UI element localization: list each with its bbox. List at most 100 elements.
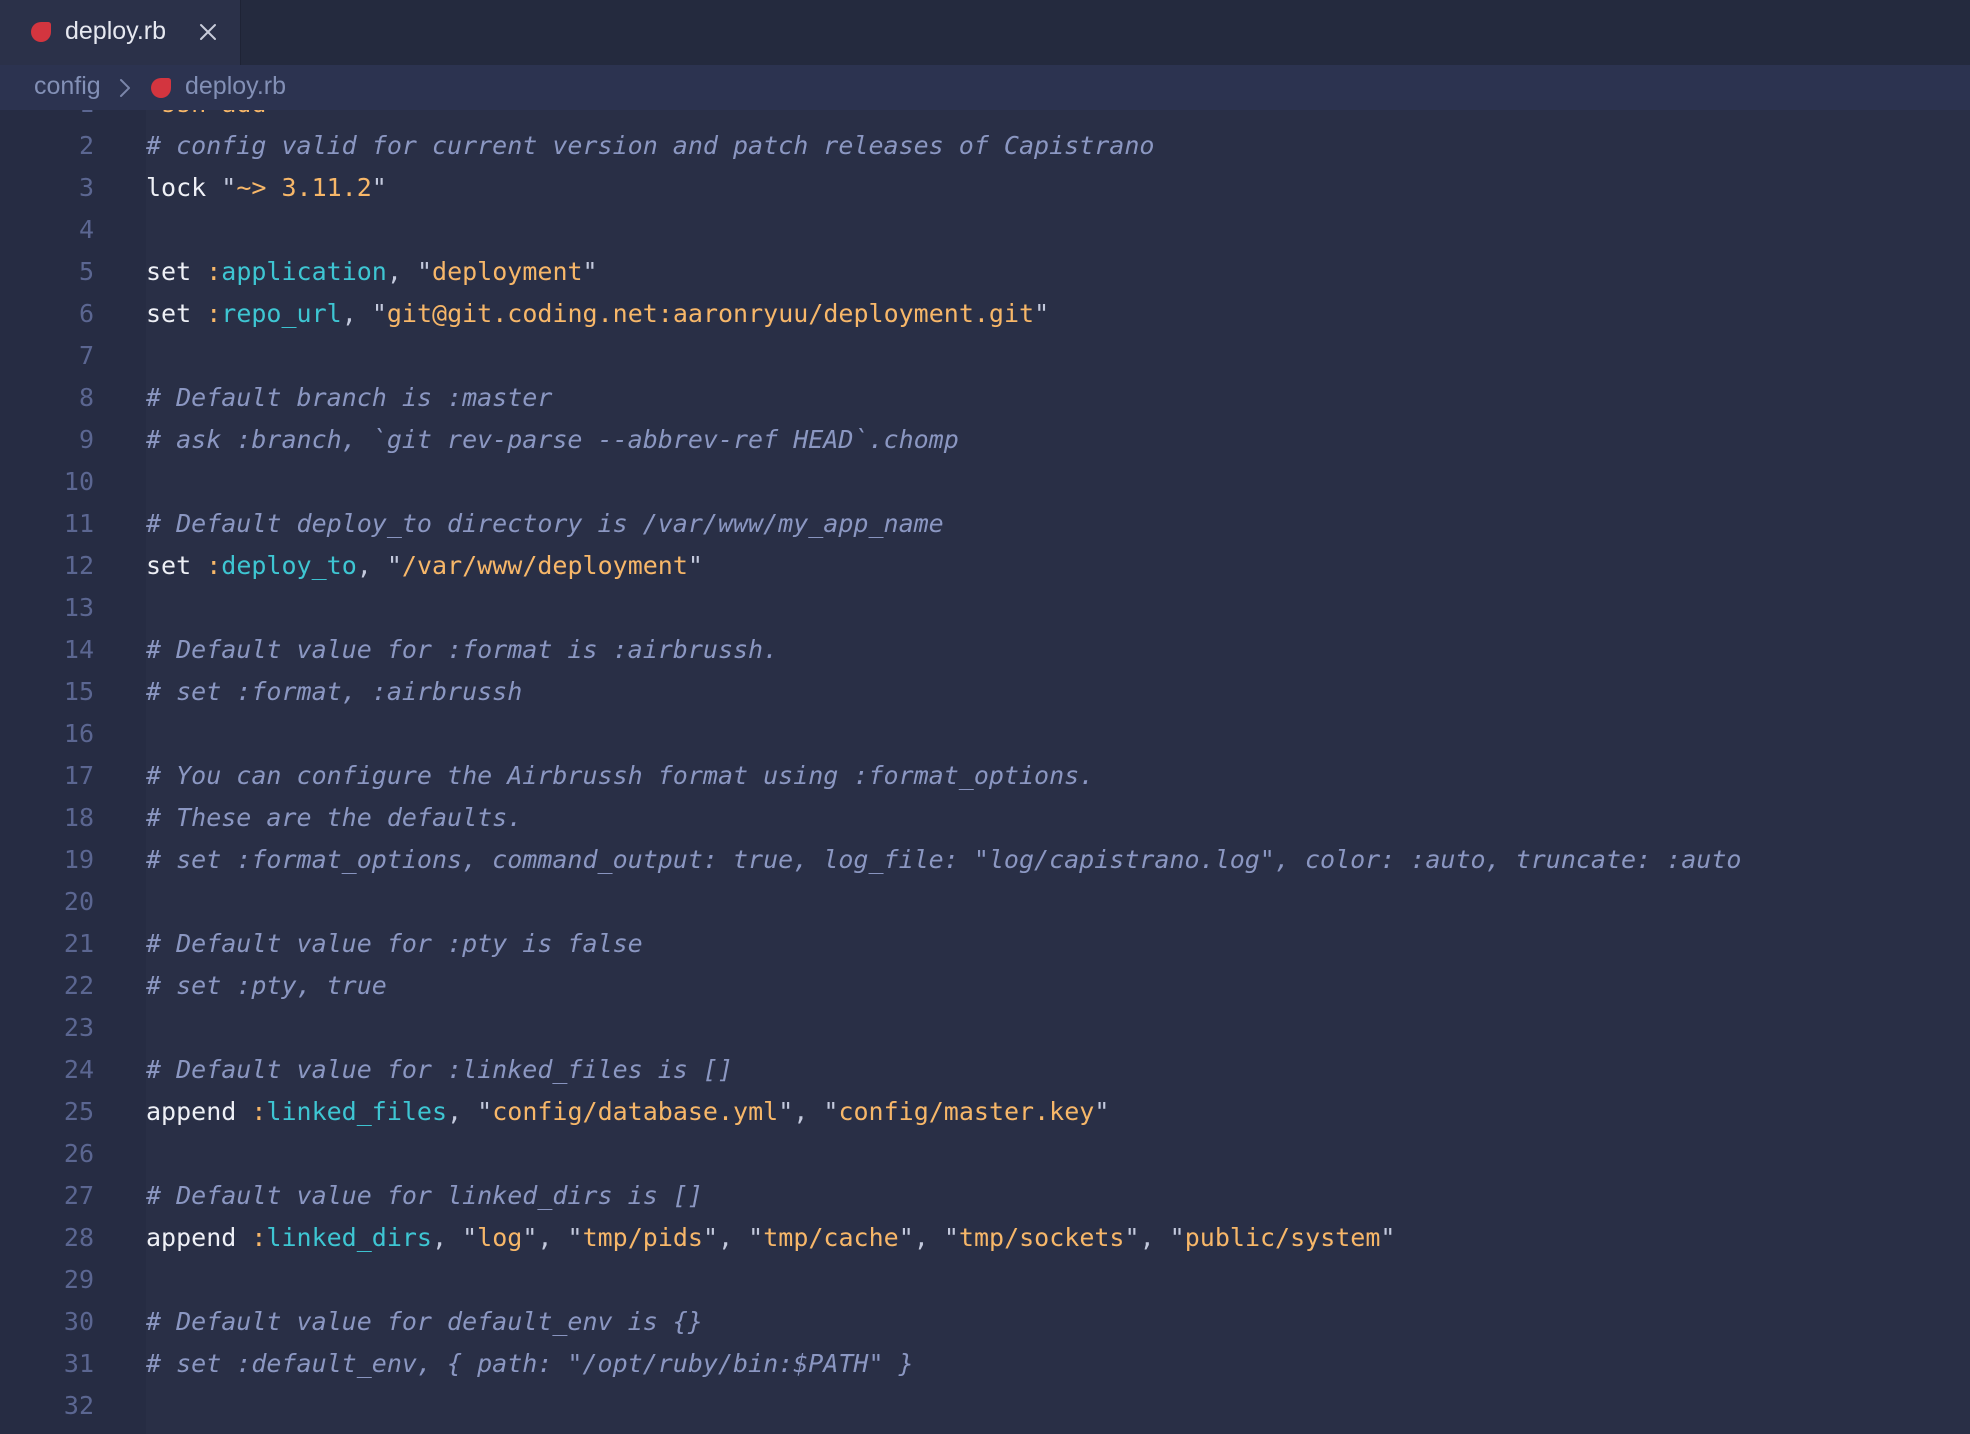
code-line[interactable]: 19 # set :format_options, command_output:… [0, 839, 1970, 881]
code-line[interactable]: 21 # Default value for :pty is false [0, 923, 1970, 965]
code-line[interactable]: 10 [0, 461, 1970, 503]
token-string: `ssh-add` [146, 110, 281, 118]
token-string: /var/www/deployment [401, 551, 688, 580]
token-quote: " [1124, 1223, 1140, 1252]
line-number: 30 [63, 1307, 94, 1336]
code-line[interactable]: 4 [0, 209, 1970, 251]
token-punct: , [913, 1223, 944, 1252]
code-line[interactable]: 25 append :linked_files, "config/database… [0, 1091, 1970, 1133]
token-colon: : [206, 299, 222, 328]
token-symbol: application [221, 257, 387, 286]
token-string: tmp/cache [763, 1223, 899, 1252]
code-line[interactable]: 32 [0, 1385, 1970, 1427]
token-quote: " [221, 173, 237, 202]
code-line[interactable]: 11 # Default deploy_to directory is /var/… [0, 503, 1970, 545]
line-code: set :deploy_to, "/var/www/deployment" [146, 545, 703, 587]
code-line[interactable]: 27 # Default value for linked_dirs is [] [0, 1175, 1970, 1217]
token-quote: " [823, 1097, 839, 1126]
code-line[interactable]: 7 [0, 335, 1970, 377]
token-plain: set [146, 299, 207, 328]
line-code: append :linked_dirs, "log", "tmp/pids", … [146, 1217, 1395, 1259]
code-line[interactable]: 12 set :deploy_to, "/var/www/deployment" [0, 545, 1970, 587]
token-quote: " [702, 1223, 719, 1252]
code-line[interactable]: 14 # Default value for :format is :airbru… [0, 629, 1970, 671]
token-string: git@git.coding.net:aaronryuu/deployment.… [386, 299, 1035, 328]
line-code: # set :format, :airbrussh [146, 677, 523, 706]
code-line[interactable]: 3 lock "~> 3.11.2" [0, 167, 1970, 209]
token-punct: , [718, 1223, 749, 1252]
line-code: # Default branch is :master [146, 383, 553, 412]
line-number: 2 [78, 131, 94, 160]
code-line[interactable]: 6 set :repo_url, "git@git.coding.net:aaro… [0, 293, 1970, 335]
line-number: 10 [63, 467, 94, 496]
token-quote: " [567, 1223, 583, 1252]
code-line[interactable]: 15 # set :format, :airbrussh [0, 671, 1970, 713]
line-number: 29 [63, 1265, 94, 1294]
line-code: `ssh-add` [146, 110, 281, 125]
line-code: # Default value for linked_dirs is [] [146, 1181, 703, 1210]
token-punct: , [793, 1097, 824, 1126]
line-code: # ask :branch, `git rev-parse --abbrev-r… [146, 425, 959, 454]
code-line[interactable]: 22 # set :pty, true [0, 965, 1970, 1007]
breadcrumb: config deploy.rb [0, 65, 1970, 110]
token-quote: " [371, 299, 387, 328]
code-line[interactable]: 5 set :application, "deployment" [0, 251, 1970, 293]
line-number: 6 [78, 299, 94, 328]
token-plain: append [146, 1097, 252, 1126]
code-line[interactable]: 18 # These are the defaults. [0, 797, 1970, 839]
code-line[interactable]: 24 # Default value for :linked_files is [… [0, 1049, 1970, 1091]
code-line[interactable]: 1 `ssh-add` [0, 110, 1970, 125]
code-line[interactable]: 31 # set :default_env, { path: "/opt/ruby… [0, 1343, 1970, 1385]
token-punct: , [356, 551, 387, 580]
token-punct: , [386, 257, 417, 286]
code-line[interactable]: 26 [0, 1133, 1970, 1175]
token-quote: " [462, 1223, 478, 1252]
close-icon[interactable] [196, 20, 220, 44]
line-number: 19 [63, 845, 94, 874]
line-code: # You can configure the Airbrussh format… [146, 761, 1095, 790]
token-string: config/master.key [838, 1097, 1095, 1126]
token-quote: " [1169, 1223, 1185, 1252]
line-code: # set :default_env, { path: "/opt/ruby/b… [146, 1349, 914, 1378]
code-line[interactable]: 17 # You can configure the Airbrussh form… [0, 755, 1970, 797]
breadcrumb-folder[interactable]: config [34, 72, 101, 101]
token-quote: " [898, 1223, 914, 1252]
line-number: 32 [63, 1391, 94, 1420]
line-number: 7 [78, 341, 94, 370]
line-code: # Default value for :linked_files is [] [146, 1055, 733, 1084]
line-number: 14 [63, 635, 94, 664]
token-string: ~> 3.11.2 [236, 173, 372, 202]
line-code: # These are the defaults. [146, 803, 523, 832]
breadcrumb-file[interactable]: deploy.rb [185, 72, 286, 101]
token-punct: , [341, 299, 372, 328]
line-number: 24 [63, 1055, 94, 1084]
code-line[interactable]: 30 # Default value for default_env is {} [0, 1301, 1970, 1343]
code-line[interactable]: 20 [0, 881, 1970, 923]
code-line[interactable]: 29 [0, 1259, 1970, 1301]
code-line[interactable]: 8 # Default branch is :master [0, 377, 1970, 419]
token-colon: : [206, 257, 222, 286]
line-number: 12 [63, 551, 94, 580]
token-quote: " [522, 1223, 538, 1252]
token-quote: " [1094, 1097, 1110, 1126]
token-quote: " [943, 1223, 959, 1252]
code-line[interactable]: 16 [0, 713, 1970, 755]
token-string: config/database.yml [492, 1097, 779, 1126]
code-line[interactable]: 23 [0, 1007, 1970, 1049]
token-punct: , [432, 1223, 463, 1252]
token-quote: " [778, 1097, 794, 1126]
line-number: 22 [63, 971, 94, 1000]
line-code: # set :pty, true [146, 971, 387, 1000]
token-quote: " [1380, 1223, 1396, 1252]
line-number: 20 [63, 887, 94, 916]
code-line[interactable]: 13 [0, 587, 1970, 629]
tab-deploy-rb[interactable]: deploy.rb [0, 0, 241, 65]
token-string: tmp/sockets [958, 1223, 1125, 1252]
code-line[interactable]: 2 # config valid for current version and … [0, 125, 1970, 167]
code-line[interactable]: 28 append :linked_dirs, "log", "tmp/pids"… [0, 1217, 1970, 1259]
token-quote: " [416, 257, 433, 286]
code-line[interactable]: 9 # ask :branch, `git rev-parse --abbrev-… [0, 419, 1970, 461]
line-code: # set :format_options, command_output: t… [146, 845, 1742, 874]
code-editor[interactable]: 1 `ssh-add` 2 # config valid for current ve… [0, 110, 1970, 1434]
token-quote: " [1034, 299, 1050, 328]
